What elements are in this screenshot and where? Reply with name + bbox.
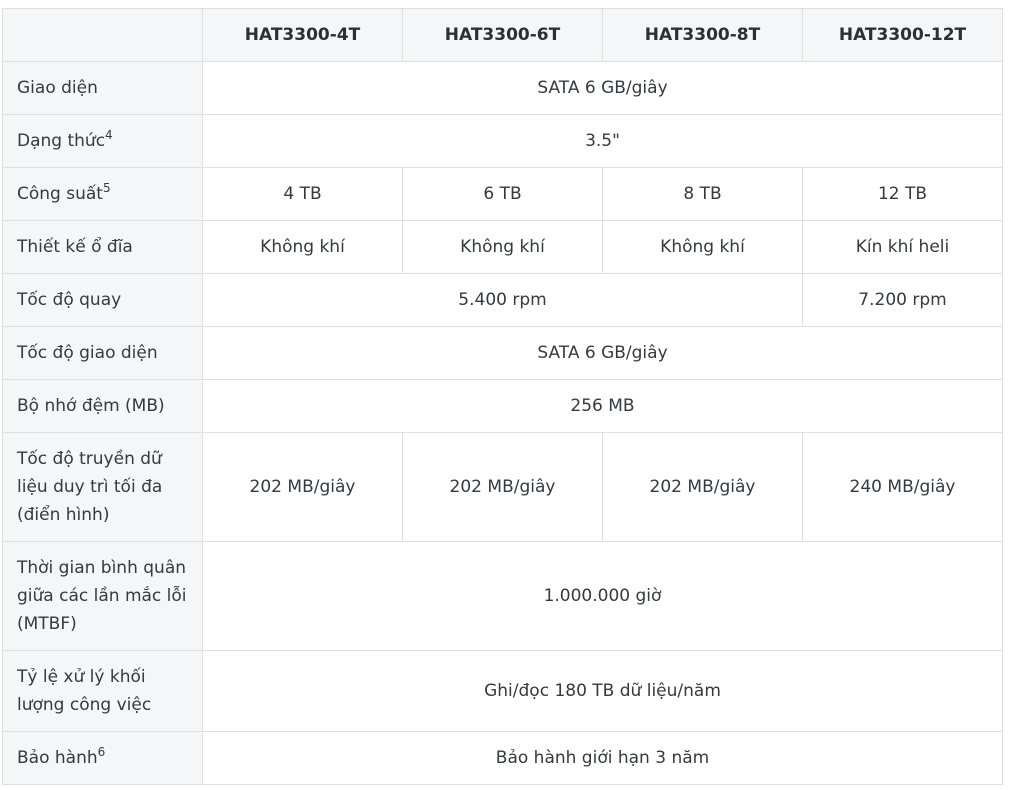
row-value: 6 TB <box>402 167 603 221</box>
row-label-line: giữa các lần mắc lỗi <box>17 586 187 606</box>
row-value: 202 MB/giây <box>602 432 803 542</box>
row-value: 5.400 rpm <box>202 273 803 327</box>
footnote-marker: 5 <box>102 181 111 195</box>
header-model-4t: HAT3300-4T <box>202 8 403 62</box>
header-corner-cell <box>2 8 203 62</box>
row-label-line: liệu duy trì tối đa <box>17 477 163 497</box>
row-label-line: lượng công việc <box>17 695 152 715</box>
row-workload: Tỷ lệ xử lý khối lượng công việc Ghi/đọc… <box>2 650 1003 732</box>
header-model-8t: HAT3300-8T <box>602 8 803 62</box>
row-form-factor: Dạng thức4 3.5" <box>2 114 1003 168</box>
row-label-text: Tốc độ quay <box>17 290 122 310</box>
row-mtbf: Thời gian bình quân giữa các lần mắc lỗi… <box>2 541 1003 651</box>
row-capacity: Công suất5 4 TB 6 TB 8 TB 12 TB <box>2 167 1003 221</box>
row-label: Tốc độ truyền dữ liệu duy trì tối đa (đi… <box>2 432 203 542</box>
row-label: Công suất5 <box>2 167 203 221</box>
row-label-text: Dạng thức <box>17 131 106 151</box>
row-value: 240 MB/giây <box>802 432 1003 542</box>
row-label-text: Công suất <box>17 184 103 204</box>
header-model-12t: HAT3300-12T <box>802 8 1003 62</box>
row-label-text: Bộ nhớ đệm (MB) <box>17 396 165 416</box>
row-label: Tốc độ giao diện <box>2 326 203 380</box>
row-label: Tốc độ quay <box>2 273 203 327</box>
header-row: HAT3300-4T HAT3300-6T HAT3300-8T HAT3300… <box>2 8 1003 62</box>
row-value: Kín khí heli <box>802 220 1003 274</box>
row-label: Thời gian bình quân giữa các lần mắc lỗi… <box>2 541 203 651</box>
row-label-text: Giao diện <box>17 78 98 98</box>
row-label: Tỷ lệ xử lý khối lượng công việc <box>2 650 203 732</box>
row-value: SATA 6 GB/giây <box>202 326 1003 380</box>
row-transfer-rate: Tốc độ truyền dữ liệu duy trì tối đa (đi… <box>2 432 1003 542</box>
row-value: 202 MB/giây <box>402 432 603 542</box>
row-value: 202 MB/giây <box>202 432 403 542</box>
row-label-text: Bảo hành <box>17 748 98 768</box>
row-value: Không khí <box>402 220 603 274</box>
row-value: 256 MB <box>202 379 1003 433</box>
row-warranty: Bảo hành6 Bảo hành giới hạn 3 năm <box>2 731 1003 785</box>
row-label-line: (MTBF) <box>17 614 77 634</box>
row-value: Ghi/đọc 180 TB dữ liệu/năm <box>202 650 1003 732</box>
row-label-line: (điển hình) <box>17 505 110 525</box>
row-value: 8 TB <box>602 167 803 221</box>
row-label-line: Thời gian bình quân <box>17 558 187 578</box>
row-label-text: Thiết kế ổ đĩa <box>17 237 133 257</box>
footnote-marker: 6 <box>97 745 106 759</box>
row-value: 4 TB <box>202 167 403 221</box>
footnote-marker: 4 <box>105 128 113 142</box>
row-value: 7.200 rpm <box>802 273 1003 327</box>
row-value: 1.000.000 giờ <box>202 541 1003 651</box>
row-value: Không khí <box>202 220 403 274</box>
row-label-line: Tỷ lệ xử lý khối <box>17 667 146 687</box>
row-label: Thiết kế ổ đĩa <box>2 220 203 274</box>
row-value: Không khí <box>602 220 803 274</box>
row-label-line: Tốc độ truyền dữ <box>17 449 162 469</box>
row-value: 3.5" <box>202 114 1003 168</box>
row-interface: Giao diện SATA 6 GB/giây <box>2 61 1003 115</box>
row-rotation-speed: Tốc độ quay 5.400 rpm 7.200 rpm <box>2 273 1003 327</box>
row-drive-design: Thiết kế ổ đĩa Không khí Không khí Không… <box>2 220 1003 274</box>
row-label: Bảo hành6 <box>2 731 203 785</box>
row-label-text: Tốc độ giao diện <box>17 343 158 363</box>
row-label: Dạng thức4 <box>2 114 203 168</box>
row-label: Giao diện <box>2 61 203 115</box>
row-value: SATA 6 GB/giây <box>202 61 1003 115</box>
spec-table: HAT3300-4T HAT3300-6T HAT3300-8T HAT3300… <box>2 8 1003 785</box>
row-value: Bảo hành giới hạn 3 năm <box>202 731 1003 785</box>
row-value: 12 TB <box>802 167 1003 221</box>
row-label: Bộ nhớ đệm (MB) <box>2 379 203 433</box>
row-interface-speed: Tốc độ giao diện SATA 6 GB/giây <box>2 326 1003 380</box>
header-model-6t: HAT3300-6T <box>402 8 603 62</box>
row-cache: Bộ nhớ đệm (MB) 256 MB <box>2 379 1003 433</box>
